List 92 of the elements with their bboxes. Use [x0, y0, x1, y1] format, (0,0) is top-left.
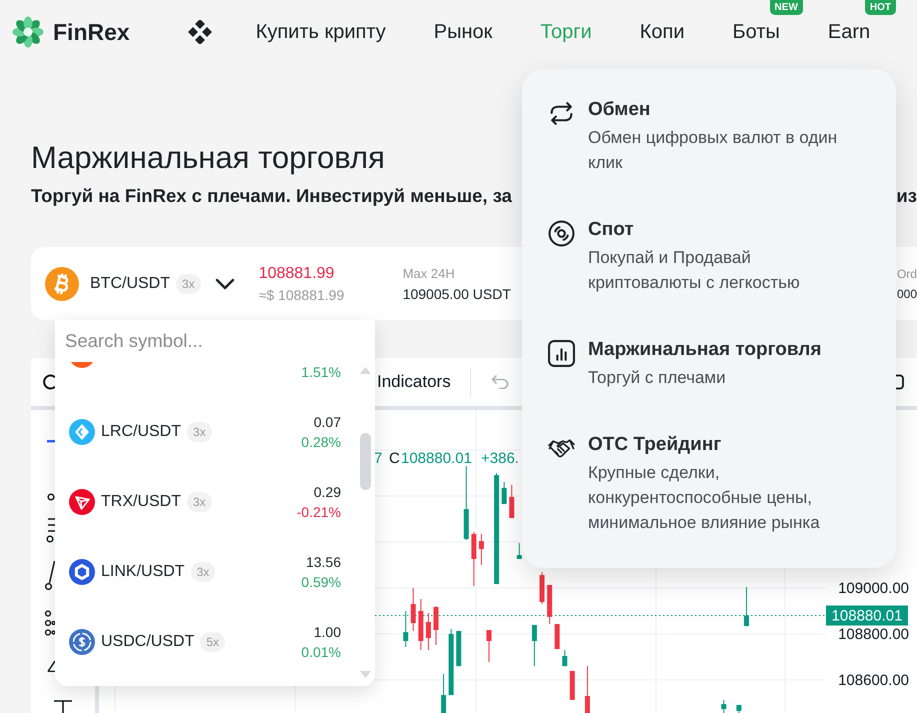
nav-link[interactable]: Боты	[732, 20, 780, 44]
last-price: 13.56	[306, 553, 341, 572]
candlestick	[744, 586, 749, 627]
candlestick	[584, 666, 590, 713]
candlestick	[502, 481, 507, 505]
menu-item-description: Торгуй с плечами	[588, 367, 726, 389]
last-price-label: 108880.01	[826, 606, 908, 626]
circles-icon[interactable]	[42, 610, 55, 636]
last-price: 0.29	[314, 483, 341, 502]
nav-link[interactable]: Earn	[828, 20, 870, 44]
diamond-grid-icon[interactable]	[188, 20, 212, 44]
candlestick	[410, 587, 416, 632]
leverage-badge: 3x	[176, 274, 201, 294]
coin-icon	[45, 266, 79, 300]
menu-item-title[interactable]: Обмен	[588, 99, 650, 121]
menu-item-title[interactable]: ОТС Трейдинг	[588, 434, 722, 456]
page-title: Маржинальная торговля	[31, 139, 385, 177]
menu-item-title[interactable]: Маржинальная торговля	[588, 339, 822, 361]
candlestick	[736, 704, 742, 713]
stat-value: 000	[896, 286, 917, 302]
menu-item-description: Обмен цифровых валют в один клик	[588, 127, 838, 174]
candlestick	[570, 670, 575, 700]
nav-badge: NEW	[770, 0, 803, 15]
stat-label: Max 24H	[402, 264, 455, 282]
price-change: 0.28%	[301, 433, 341, 452]
legend-text: C	[389, 450, 400, 467]
bar-chart-icon[interactable]	[548, 340, 575, 367]
candlestick	[562, 650, 568, 667]
logo-icon[interactable]	[12, 16, 44, 48]
candlestick	[509, 484, 514, 519]
legend-text: 108880.01	[401, 450, 472, 467]
candlestick	[418, 598, 424, 650]
candlestick	[434, 606, 438, 646]
exchange-arrows-icon[interactable]	[548, 100, 575, 127]
nav-link[interactable]: Рынок	[434, 20, 492, 44]
leverage-badge: 3x	[187, 492, 212, 512]
brand-name[interactable]: FinRex	[53, 18, 130, 46]
price-axis-label: 108600.00	[838, 672, 909, 689]
price-change: 0.59%	[301, 573, 341, 592]
candlestick	[721, 699, 726, 713]
candlestick	[456, 630, 462, 667]
candlestick	[478, 533, 484, 566]
candlestick	[426, 612, 431, 650]
pair-name[interactable]: BTC/USDT	[90, 274, 170, 292]
nav-badge: HOT	[864, 0, 896, 15]
stat-label: Ord	[896, 266, 917, 282]
price-change: 0.01%	[301, 643, 341, 662]
search-field[interactable]: Search symbol...	[55, 320, 375, 362]
legend-text: +386.	[481, 450, 519, 467]
candlestick	[441, 673, 446, 713]
stat-value: 109005.00 USDT	[402, 284, 511, 304]
subtitle-text: Торгуй на FinRex с плечами. Инвестируй меньше, за	[31, 184, 512, 208]
legend-text: 7	[374, 450, 382, 467]
pair-name[interactable]: USDC/USDT	[101, 633, 194, 651]
pair-name[interactable]: LRC/USDT	[101, 423, 182, 441]
candlestick	[532, 624, 537, 667]
price-axis-label: 109000.00	[838, 580, 909, 597]
pair-price: 108881.99	[258, 264, 334, 284]
last-price: 0.07	[314, 413, 341, 432]
ref-line-label: 108880.01	[832, 608, 902, 625]
indicators-button[interactable]: Indicators	[377, 371, 451, 393]
leverage-badge: 3x	[187, 422, 212, 442]
disc-icon[interactable]	[548, 220, 575, 247]
candlestick	[540, 572, 545, 605]
bracket-icon[interactable]	[896, 374, 904, 390]
price-change: -0.21%	[296, 503, 341, 522]
leverage-badge: 3x	[190, 562, 216, 582]
candlestick	[516, 542, 522, 560]
last-price: 1.00	[314, 623, 341, 642]
chevron-down-icon[interactable]	[214, 278, 235, 290]
leverage-badge: 5x	[200, 632, 226, 652]
text-tool-icon[interactable]	[54, 700, 72, 713]
candlestick	[471, 532, 476, 587]
nav-link[interactable]: Купить крипту	[256, 20, 386, 44]
candlestick	[554, 624, 560, 650]
candlestick	[486, 630, 492, 662]
arc-icon[interactable]	[42, 374, 55, 390]
price-change: 1.51%	[301, 363, 341, 382]
subtitle-text: из	[896, 184, 917, 208]
usd-price: ≈$ 108881.99	[258, 286, 344, 304]
candlestick	[403, 610, 408, 648]
menu-item-title[interactable]: Спот	[588, 219, 634, 241]
menu-item-description: Покупай и Продавай криптовалюты с легкостью	[588, 247, 801, 294]
pair-name[interactable]: TRX/USDT	[101, 493, 181, 511]
candlestick	[547, 584, 552, 625]
price-axis-label: 108800.00	[838, 626, 909, 643]
menu-item-description: Крупные сделки, конкурентоспособные цены, минимальное влияние рынка	[588, 462, 821, 534]
scrollbar-thumb[interactable]	[360, 433, 371, 490]
candlestick	[448, 628, 454, 696]
pair-name[interactable]: LINK/USDT	[101, 563, 185, 581]
line-tool-icon[interactable]	[42, 560, 55, 590]
nav-link[interactable]: Копи	[640, 20, 685, 44]
